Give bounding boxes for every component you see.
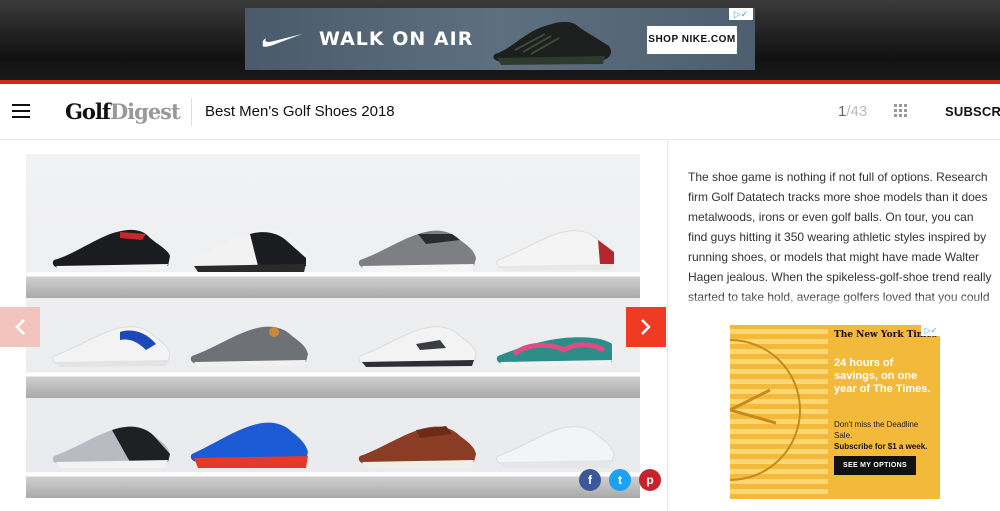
nike-banner-ad[interactable]: WALK ON AIR SHOP NIKE.COM ▷✓	[245, 8, 755, 70]
sidebar: The shoe game is nothing if not full of …	[669, 141, 1000, 511]
chevron-left-icon	[15, 319, 25, 335]
shelf-2	[26, 372, 640, 398]
shoe-white-skechers	[496, 426, 615, 468]
logo-digest: Digest	[109, 99, 181, 124]
shoe-floral-slipon	[496, 337, 612, 367]
grid-icon[interactable]	[894, 104, 908, 118]
gallery-area: f t p	[0, 141, 668, 511]
ad-choices-icon[interactable]: ▷✓	[921, 325, 941, 336]
site-header: GolfDigest Best Men's Golf Shoes 2018 1/…	[0, 84, 1000, 140]
ad-offer: 24 hours of savings, on one year of The …	[834, 357, 931, 395]
clock-icon	[730, 339, 801, 481]
gallery-title: Best Men's Golf Shoes 2018	[205, 103, 395, 120]
facebook-share-icon[interactable]: f	[579, 469, 601, 491]
shoe-blue-red	[190, 422, 308, 468]
shoe-grey-knit	[358, 230, 476, 272]
ad-choices-icon[interactable]: ▷✓	[729, 8, 753, 20]
top-ad-band: WALK ON AIR SHOP NIKE.COM ▷✓	[0, 0, 1000, 84]
pinterest-share-icon[interactable]: p	[639, 469, 661, 491]
slide-total: /43	[846, 103, 868, 120]
shelf-1	[26, 272, 640, 298]
shoe-brown-wingtip	[358, 426, 476, 468]
shoe-white-under-armour	[190, 228, 308, 272]
ad-headline: WALK ON AIR	[319, 28, 474, 50]
chevron-right-icon	[641, 319, 651, 335]
shop-nike-button[interactable]: SHOP NIKE.COM	[647, 26, 737, 54]
golf-digest-logo[interactable]: GolfDigest	[65, 99, 181, 124]
hamburger-icon[interactable]	[12, 104, 30, 118]
article-text: The shoe game is nothing if not full of …	[688, 167, 993, 309]
subscribe-link[interactable]: SUBSCRIBE	[945, 104, 1000, 119]
sneaker-image	[493, 21, 611, 65]
twitter-share-icon[interactable]: t	[609, 469, 631, 491]
ad-deadline: Don't miss the Deadline Sale.	[834, 420, 919, 440]
slide-counter: 1/43	[838, 103, 867, 120]
nyt-ad[interactable]: The New York Times 24 hours of savings, …	[730, 325, 940, 499]
shoe-white-blue	[52, 326, 171, 367]
shoe-black-red	[52, 229, 170, 271]
gallery-photo[interactable]	[26, 154, 640, 498]
ad-price: Subscribe for $1 a week.	[834, 442, 928, 451]
shoe-white-nike	[358, 326, 477, 367]
see-my-options-button[interactable]: SEE MY OPTIONS	[834, 456, 916, 475]
shoe-grey-puma	[190, 326, 308, 367]
nike-swoosh-icon	[262, 34, 302, 47]
prev-slide-button[interactable]	[0, 307, 40, 347]
header-divider	[191, 98, 192, 126]
shoe-white-footjoy	[496, 230, 615, 271]
shoe-grey-black	[52, 426, 170, 468]
shelf-3	[26, 472, 640, 498]
next-slide-button[interactable]	[626, 307, 666, 347]
logo-golf: Golf	[65, 99, 111, 124]
